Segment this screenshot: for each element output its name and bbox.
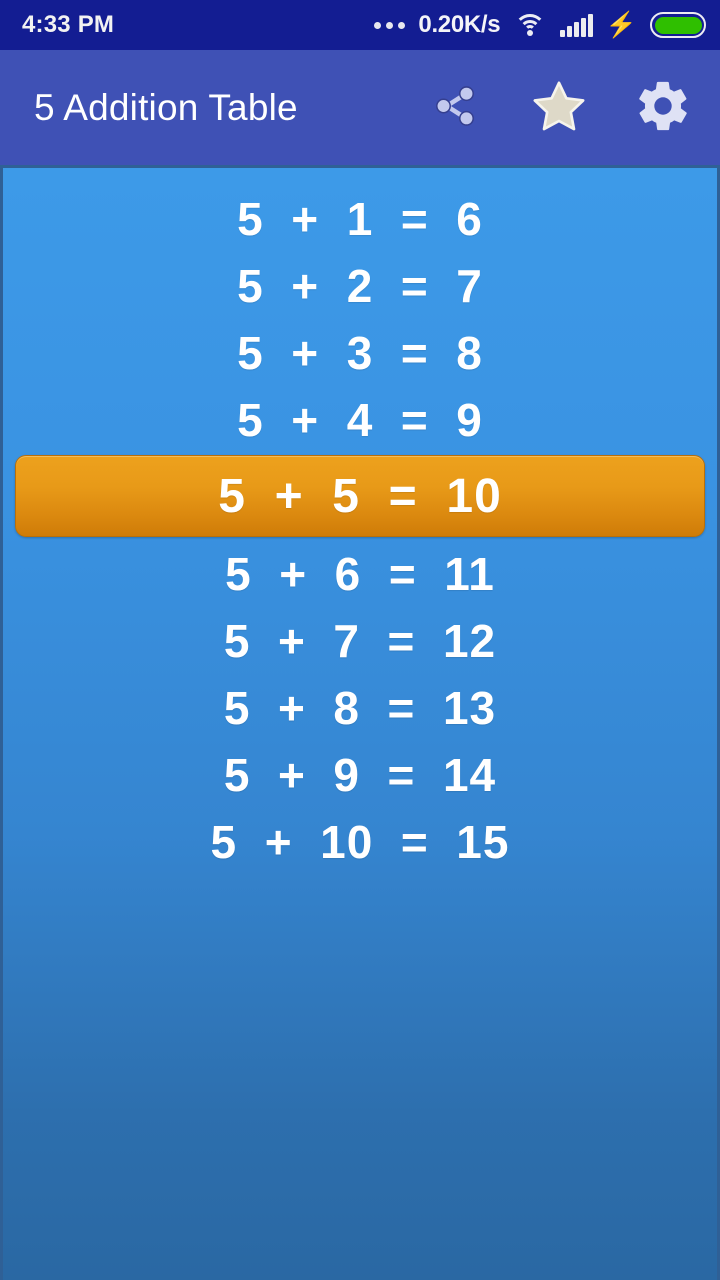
charging-bolt-icon: ⚡: [605, 10, 637, 39]
app-bar: 5 Addition Table: [0, 50, 720, 165]
favorite-button[interactable]: [526, 75, 592, 141]
more-dots-icon: [374, 21, 406, 29]
table-row[interactable]: 5 + 4 = 9: [3, 386, 717, 453]
table-row[interactable]: 5 + 9 = 14: [3, 741, 717, 808]
status-bar: 4:33 PM 0.20K/s ⚡: [0, 0, 720, 50]
table-row[interactable]: 5 + 1 = 6: [3, 185, 717, 252]
addition-table-list: 5 + 1 = 65 + 2 = 75 + 3 = 85 + 4 = 95 + …: [3, 168, 717, 875]
app-bar-actions: [422, 75, 696, 141]
table-content-area: 5 + 1 = 65 + 2 = 75 + 3 = 85 + 4 = 95 + …: [0, 165, 720, 1280]
table-row-highlighted[interactable]: 5 + 5 = 10: [15, 455, 705, 537]
table-row[interactable]: 5 + 6 = 11: [3, 540, 717, 607]
gear-icon: [634, 77, 692, 138]
wifi-icon: [513, 12, 547, 38]
table-row[interactable]: 5 + 7 = 12: [3, 607, 717, 674]
settings-button[interactable]: [630, 75, 696, 141]
status-time: 4:33 PM: [22, 11, 115, 38]
table-row[interactable]: 5 + 8 = 13: [3, 674, 717, 741]
page-title: 5 Addition Table: [34, 86, 298, 128]
table-row[interactable]: 5 + 3 = 8: [3, 319, 717, 386]
phone-screen: 4:33 PM 0.20K/s ⚡ 5 Addition Table 5 + 1…: [0, 0, 720, 1280]
network-speed-label: 0.20K/s: [418, 11, 501, 38]
table-row[interactable]: 5 + 10 = 15: [3, 808, 717, 875]
table-row[interactable]: 5 + 2 = 7: [3, 252, 717, 319]
star-icon: [530, 77, 588, 138]
share-icon: [429, 80, 481, 135]
cellular-signal-icon: [560, 13, 593, 37]
status-icons: 0.20K/s ⚡: [374, 11, 706, 39]
share-button[interactable]: [422, 75, 488, 141]
battery-full-icon: [650, 12, 706, 38]
